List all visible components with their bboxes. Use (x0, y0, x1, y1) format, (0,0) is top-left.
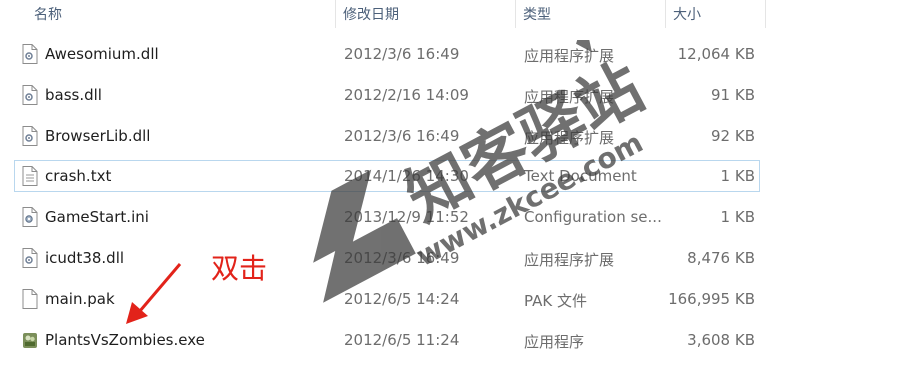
file-type: 应用程序 (524, 333, 585, 351)
file-size: 3,608 KB (687, 331, 755, 349)
file-name: PlantsVsZombies.exe (45, 331, 205, 349)
file-size: 1 KB (720, 208, 755, 226)
file-name: Awesomium.dll (45, 45, 159, 63)
file-name: crash.txt (45, 167, 112, 185)
file-row-awesomium[interactable]: Awesomium.dll 2012/3/6 16:49 应用程序扩展 12,0… (14, 38, 760, 70)
dll-file-icon (22, 126, 38, 146)
file-type: 应用程序扩展 (524, 251, 615, 269)
column-divider[interactable] (665, 0, 666, 28)
dll-file-icon (22, 44, 38, 64)
file-size: 166,995 KB (668, 290, 755, 308)
file-type: Text Document (524, 167, 637, 185)
file-name: GameStart.ini (45, 208, 149, 226)
file-modified: 2012/6/5 14:24 (344, 290, 460, 308)
file-row-crash[interactable]: crash.txt 2014/1/26 14:30 Text Document … (14, 160, 760, 192)
file-type: Configuration se... (524, 208, 662, 226)
red-arrow-icon (126, 263, 182, 324)
file-type: PAK 文件 (524, 292, 587, 310)
blank-file-icon (22, 289, 38, 309)
column-header-name[interactable]: 名称 (34, 4, 62, 24)
file-type: 应用程序扩展 (524, 88, 615, 106)
file-size: 92 KB (711, 127, 755, 145)
file-row-browserlib[interactable]: BrowserLib.dll 2012/3/6 16:49 应用程序扩展 92 … (14, 120, 760, 152)
column-header-modified[interactable]: 修改日期 (343, 4, 399, 24)
file-name: bass.dll (45, 86, 102, 104)
file-size: 8,476 KB (687, 249, 755, 267)
file-row-gamestart[interactable]: GameStart.ini 2013/12/9 11:52 Configurat… (14, 201, 760, 233)
file-name: icudt38.dll (45, 249, 125, 267)
file-modified: 2012/3/6 16:49 (344, 249, 460, 267)
column-header-type[interactable]: 类型 (523, 4, 551, 24)
file-modified: 2012/3/6 16:49 (344, 127, 460, 145)
sort-caret-icon: ^ (175, 0, 183, 5)
file-name: BrowserLib.dll (45, 127, 151, 145)
file-size: 91 KB (711, 86, 755, 104)
file-type: 应用程序扩展 (524, 47, 615, 65)
column-divider[interactable] (335, 0, 336, 28)
file-size: 12,064 KB (677, 45, 755, 63)
dll-file-icon (22, 248, 38, 268)
ini-file-icon (22, 207, 38, 227)
double-click-annotation: 双击 (211, 252, 268, 285)
column-header-bar: ^ 名称 修改日期 类型 大小 (0, 0, 909, 28)
file-modified: 2013/12/9 11:52 (344, 208, 469, 226)
file-modified: 2014/1/26 14:30 (344, 167, 469, 185)
file-name: main.pak (45, 290, 115, 308)
file-row-bass[interactable]: bass.dll 2012/2/16 14:09 应用程序扩展 91 KB (14, 79, 760, 111)
text-file-icon (22, 166, 38, 186)
column-divider[interactable] (765, 0, 766, 28)
column-header-size[interactable]: 大小 (673, 4, 701, 24)
file-modified: 2012/3/6 16:49 (344, 45, 460, 63)
file-modified: 2012/6/5 11:24 (344, 331, 460, 349)
dll-file-icon (22, 85, 38, 105)
file-size: 1 KB (720, 167, 755, 185)
file-row-plantsvszombies[interactable]: PlantsVsZombies.exe 2012/6/5 11:24 应用程序 … (14, 324, 760, 356)
column-divider[interactable] (515, 0, 516, 28)
file-type: 应用程序扩展 (524, 129, 615, 147)
file-modified: 2012/2/16 14:09 (344, 86, 469, 104)
game-exe-icon (23, 333, 37, 348)
